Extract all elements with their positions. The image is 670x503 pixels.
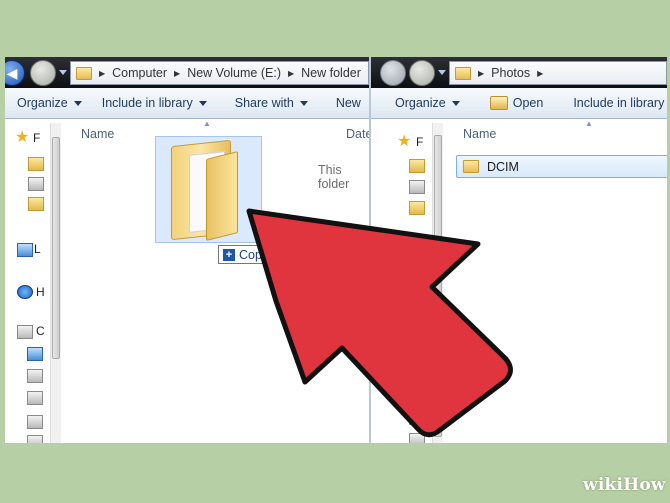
red-arrow-icon (246, 208, 513, 438)
instruction-arrow (246, 208, 513, 438)
wikihow-watermark: wikiHow (583, 475, 666, 495)
